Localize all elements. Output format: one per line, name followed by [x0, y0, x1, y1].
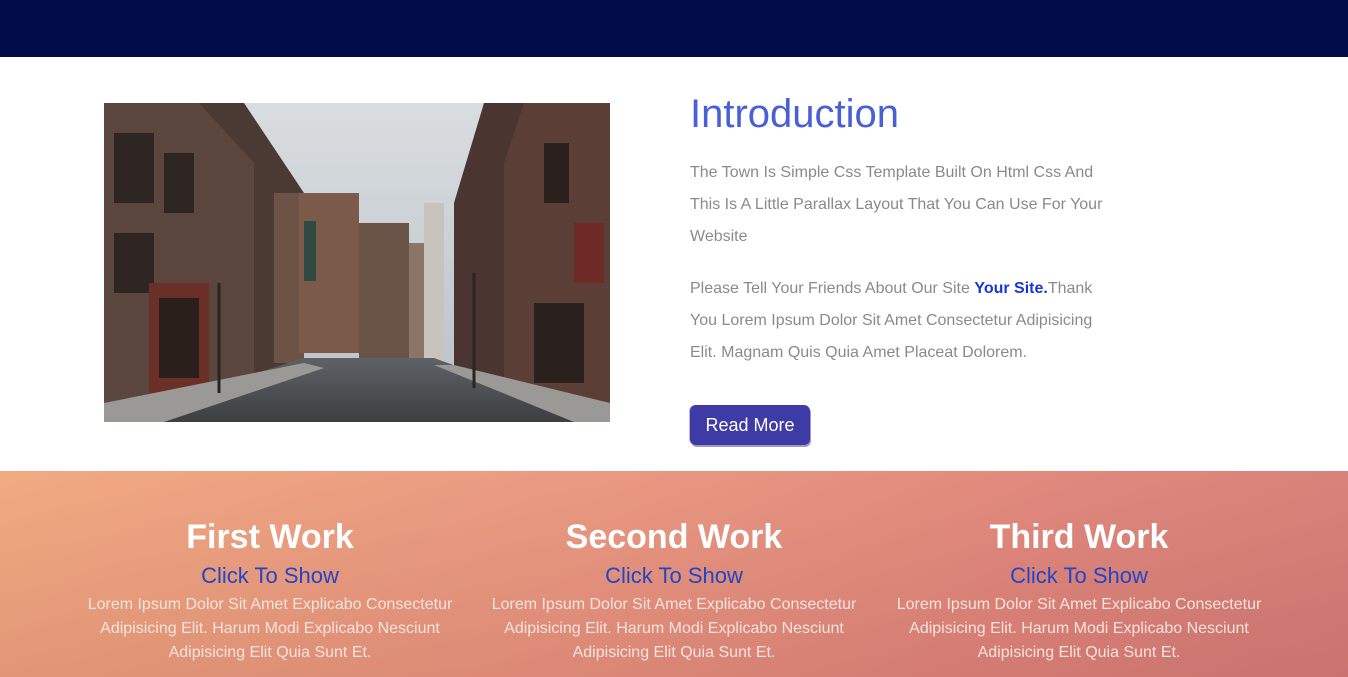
work-card-second: Second Work Click To Show Lorem Ipsum Do…: [484, 517, 864, 665]
work-description: Lorem Ipsum Dolor Sit Amet Explicabo Con…: [491, 596, 857, 661]
intro-paragraph-2: Please Tell Your Friends About Our Site …: [690, 273, 1110, 369]
intro-paragraph: The Town Is Simple Css Template Built On…: [690, 164, 1103, 245]
click-to-show-link[interactable]: Click To Show: [484, 563, 864, 589]
work-card-third: Third Work Click To Show Lorem Ipsum Dol…: [889, 517, 1269, 665]
work-description: Lorem Ipsum Dolor Sit Amet Explicabo Con…: [896, 596, 1262, 661]
works-section: First Work Click To Show Lorem Ipsum Dol…: [0, 471, 1348, 677]
your-site-link[interactable]: Your Site.: [974, 280, 1048, 297]
read-more-button[interactable]: Read More: [690, 405, 810, 445]
click-to-show-link[interactable]: Click To Show: [889, 563, 1269, 589]
street-photo: [104, 103, 610, 422]
work-title: First Work: [186, 518, 354, 556]
click-to-show-link[interactable]: Click To Show: [80, 563, 460, 589]
intro-title: Introduction: [690, 92, 900, 136]
top-navbar: [0, 0, 1348, 57]
intro-section: Introduction The Town Is Simple Css Temp…: [0, 57, 1348, 471]
intro-text-block: Introduction The Town Is Simple Css Temp…: [690, 91, 1110, 445]
street-photo-illustration: [104, 103, 610, 422]
work-description: Lorem Ipsum Dolor Sit Amet Explicabo Con…: [87, 596, 453, 661]
intro-paragraph-2-start: Please Tell Your Friends About Our Site: [690, 280, 975, 297]
work-title: Third Work: [989, 518, 1169, 556]
work-title: Second Work: [565, 518, 783, 556]
work-card-first: First Work Click To Show Lorem Ipsum Dol…: [80, 517, 460, 665]
